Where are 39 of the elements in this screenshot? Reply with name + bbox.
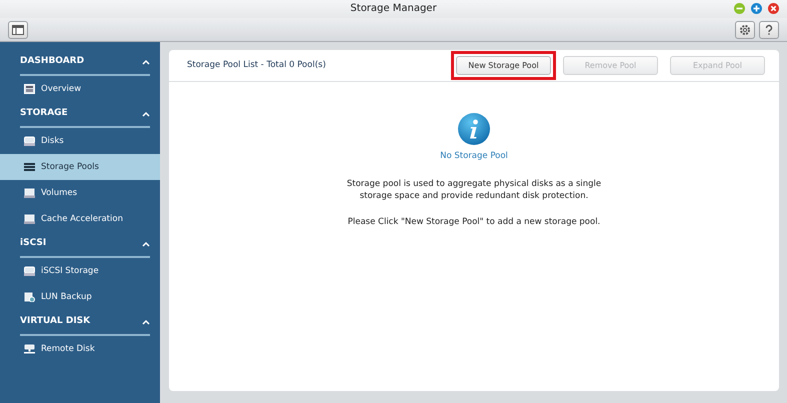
layout-icon xyxy=(12,24,24,34)
sidebar-item[interactable]: LUN Backup xyxy=(0,284,160,310)
sidebar-item[interactable]: iSCSI Storage xyxy=(0,258,160,284)
drive-icon xyxy=(24,136,35,146)
empty-heading: No Storage Pool xyxy=(440,150,508,162)
drive-icon xyxy=(24,266,35,276)
empty-hint: Please Click "New Storage Pool" to add a new storage pool. xyxy=(348,216,600,229)
collapse-toggle[interactable] xyxy=(142,59,150,65)
close-button[interactable] xyxy=(768,3,779,14)
sidebar-item[interactable]: Overview xyxy=(0,76,160,102)
help-button[interactable] xyxy=(759,20,779,38)
sidebar-item[interactable]: Volumes xyxy=(0,180,160,206)
maximize-button[interactable] xyxy=(751,3,762,14)
section-header: STORAGE xyxy=(20,107,68,120)
info-icon xyxy=(458,113,490,145)
settings-button[interactable] xyxy=(734,20,754,38)
sidebar-item[interactable]: Disks xyxy=(0,128,160,154)
drive-icon xyxy=(24,214,35,224)
empty-description: Storage pool is used to aggregate physical disks as a single storage space and provide redundant disk protection. xyxy=(346,178,602,202)
section-header: DASHBOARD xyxy=(20,55,84,68)
drive-icon xyxy=(24,188,35,198)
window-icon xyxy=(24,84,35,94)
collapse-toggle[interactable] xyxy=(142,111,150,117)
document-icon xyxy=(24,292,35,302)
panel-title: Storage Pool List - Total 0 Pool(s) xyxy=(187,59,326,72)
help-icon xyxy=(764,24,774,36)
stack-icon xyxy=(24,162,35,172)
toolbar-button[interactable]: New Storage Pool xyxy=(456,56,551,75)
layout-button[interactable] xyxy=(8,20,28,38)
section-header: iSCSI xyxy=(20,237,46,250)
monitor-icon xyxy=(24,344,35,354)
sidebar-item[interactable]: Remote Disk xyxy=(0,336,160,362)
sidebar-item[interactable]: Storage Pools xyxy=(0,154,160,180)
window-title: Storage Manager xyxy=(350,3,437,14)
sidebar-item[interactable]: Cache Acceleration xyxy=(0,206,160,232)
collapse-toggle[interactable] xyxy=(142,241,150,247)
collapse-toggle[interactable] xyxy=(142,319,150,325)
settings-icon xyxy=(738,24,750,36)
section-header: VIRTUAL DISK xyxy=(20,315,90,328)
